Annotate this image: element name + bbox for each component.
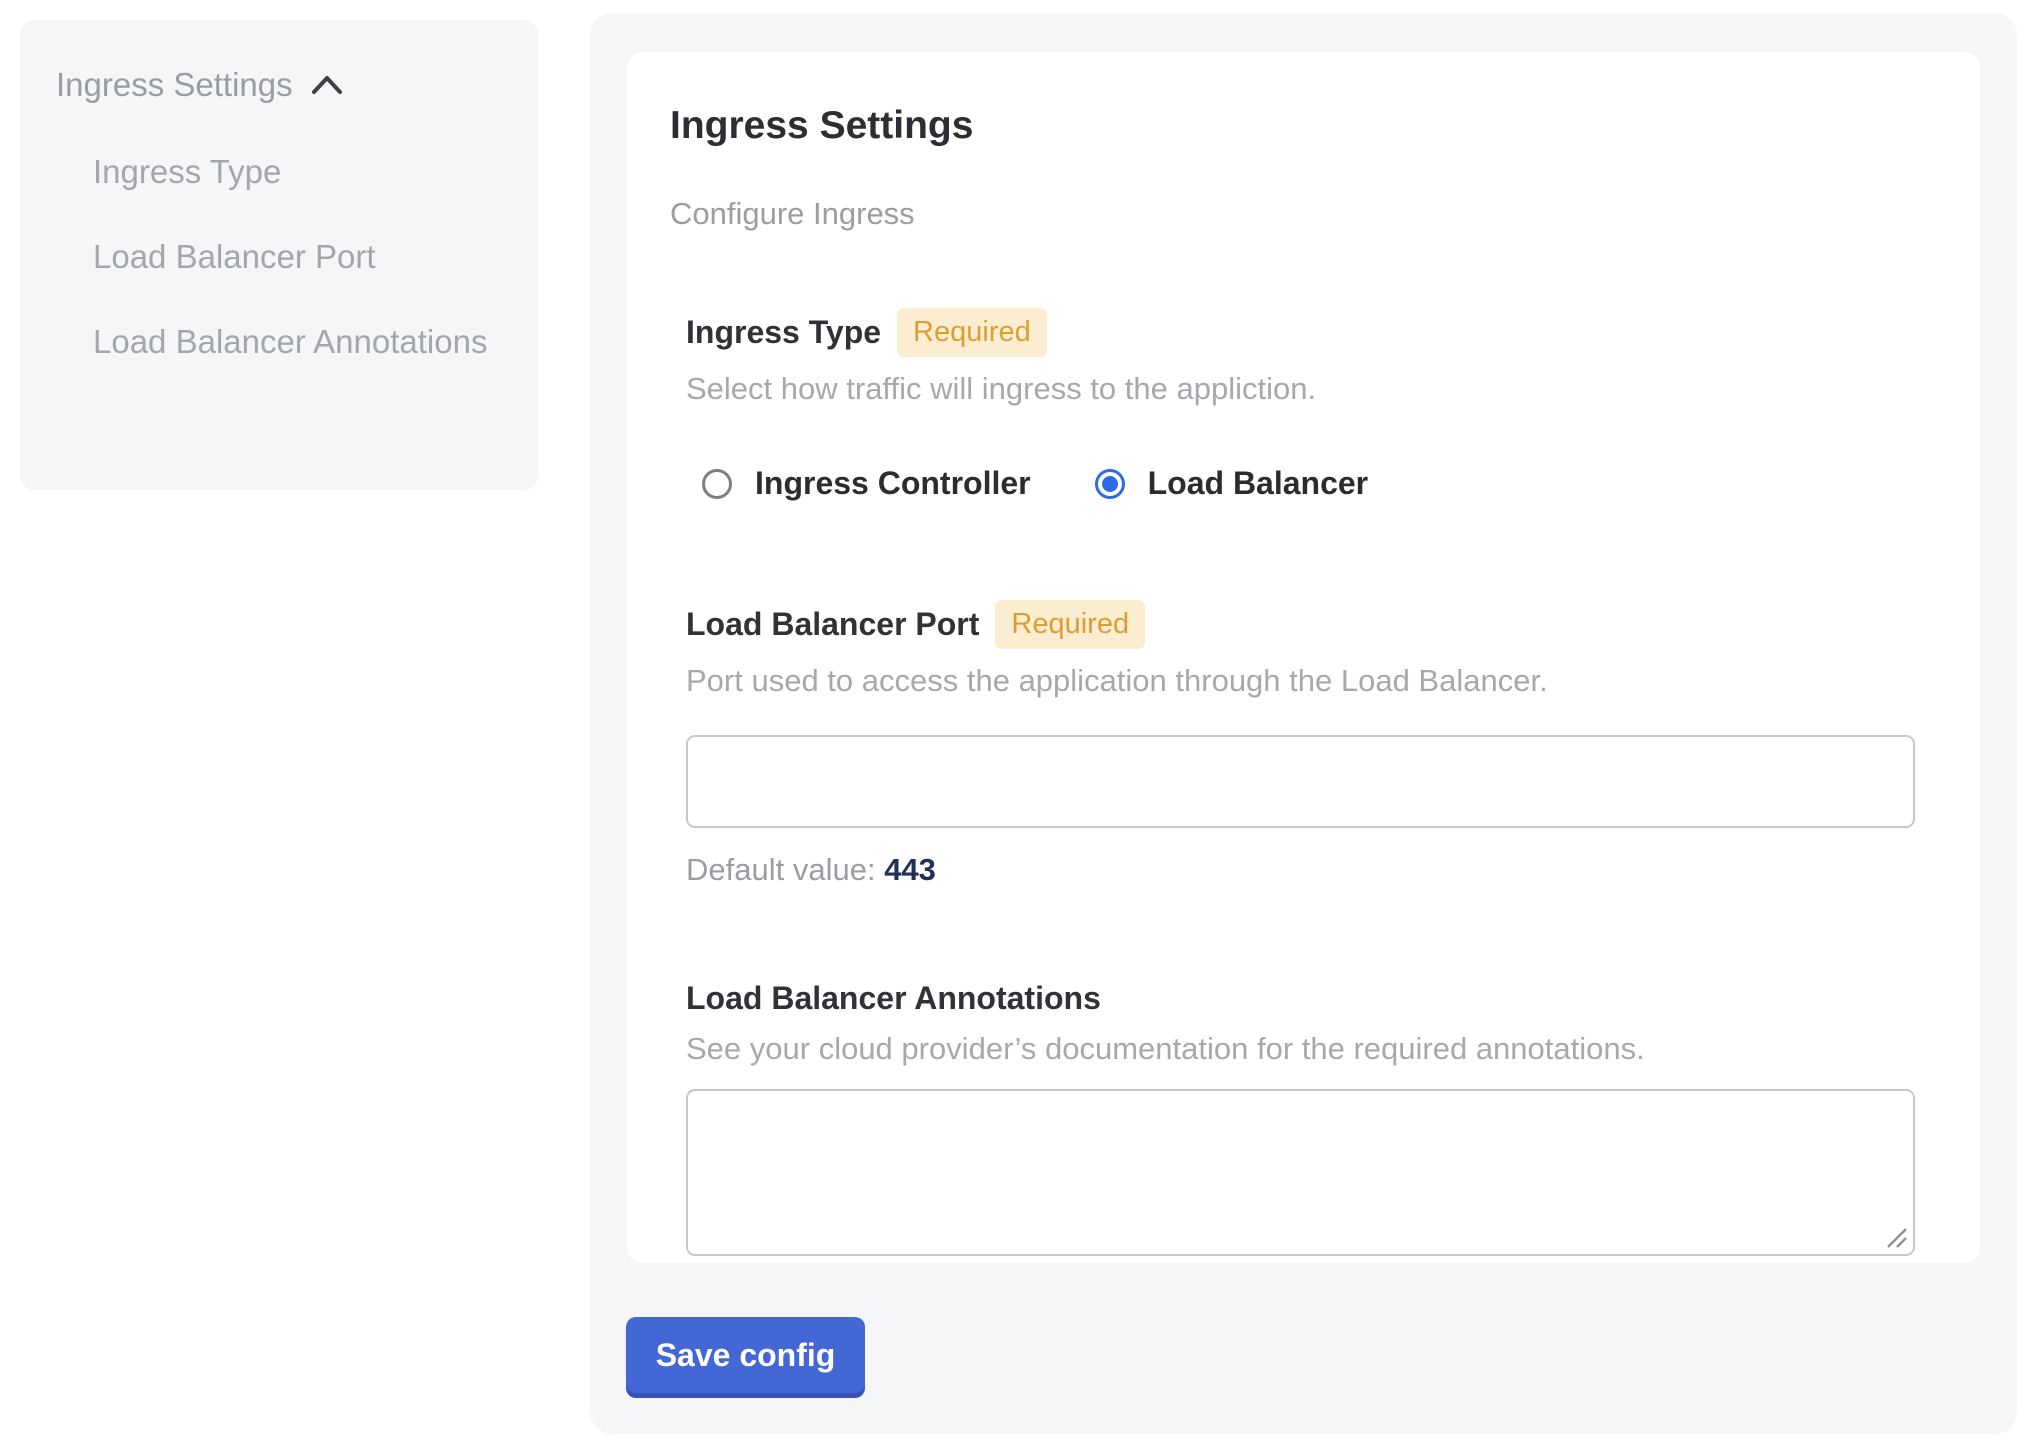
annotations-textarea-wrap: [686, 1089, 1915, 1256]
section-title: Load Balancer Annotations: [686, 980, 1101, 1017]
page-subtitle: Configure Ingress: [670, 196, 1920, 232]
default-value-hint: Default value: 443: [686, 852, 1920, 888]
sidebar-section-label: Ingress Settings: [56, 66, 293, 104]
sidebar-item-list: Ingress Type Load Balancer Port Load Bal…: [93, 146, 502, 368]
ingress-settings-card: Ingress Settings Configure Ingress Ingre…: [627, 52, 1980, 1263]
radio-ingress-controller[interactable]: Ingress Controller: [702, 465, 1031, 502]
save-config-button[interactable]: Save config: [626, 1317, 865, 1393]
settings-nav-sidebar: Ingress Settings Ingress Type Load Balan…: [20, 20, 538, 490]
section-ingress-type-header: Ingress Type Required: [686, 308, 1920, 357]
load-balancer-port-input[interactable]: [686, 735, 1915, 828]
section-ingress-type: Ingress Type Required Select how traffic…: [686, 308, 1920, 502]
section-load-balancer-port: Load Balancer Port Required Port used to…: [686, 600, 1920, 888]
radio-dot: [1102, 476, 1118, 492]
section-title: Ingress Type: [686, 314, 881, 351]
sidebar-item-ingress-type[interactable]: Ingress Type: [93, 146, 502, 198]
chevron-up-icon: [311, 75, 343, 95]
sidebar-item-load-balancer-annotations[interactable]: Load Balancer Annotations: [93, 316, 502, 368]
section-load-balancer-annotations: Load Balancer Annotations See your cloud…: [686, 980, 1920, 1256]
sidebar-item-load-balancer-port[interactable]: Load Balancer Port: [93, 231, 502, 283]
radio-selected-icon[interactable]: [1095, 469, 1125, 499]
sidebar-section-ingress-settings[interactable]: Ingress Settings: [56, 66, 502, 104]
section-description: Select how traffic will ingress to the a…: [686, 371, 1920, 407]
radio-label: Ingress Controller: [755, 465, 1031, 502]
ingress-type-radio-group: Ingress Controller Load Balancer: [686, 465, 1920, 502]
section-title: Load Balancer Port: [686, 606, 979, 643]
section-description: Port used to access the application thro…: [686, 663, 1920, 699]
section-load-balancer-port-header: Load Balancer Port Required: [686, 600, 1920, 649]
required-badge: Required: [995, 600, 1145, 649]
radio-unselected-icon[interactable]: [702, 469, 732, 499]
radio-label: Load Balancer: [1148, 465, 1369, 502]
page-title: Ingress Settings: [670, 104, 1920, 148]
load-balancer-annotations-textarea[interactable]: [686, 1089, 1915, 1256]
default-value-label: Default value:: [686, 852, 876, 887]
resize-handle-icon[interactable]: [1883, 1224, 1910, 1251]
radio-load-balancer[interactable]: Load Balancer: [1095, 465, 1369, 502]
required-badge: Required: [897, 308, 1047, 357]
section-load-balancer-annotations-header: Load Balancer Annotations: [686, 980, 1920, 1017]
default-value-number: 443: [884, 852, 936, 887]
section-description: See your cloud provider’s documentation …: [686, 1031, 1920, 1067]
ingress-settings-panel: Ingress Settings Configure Ingress Ingre…: [590, 13, 2017, 1434]
